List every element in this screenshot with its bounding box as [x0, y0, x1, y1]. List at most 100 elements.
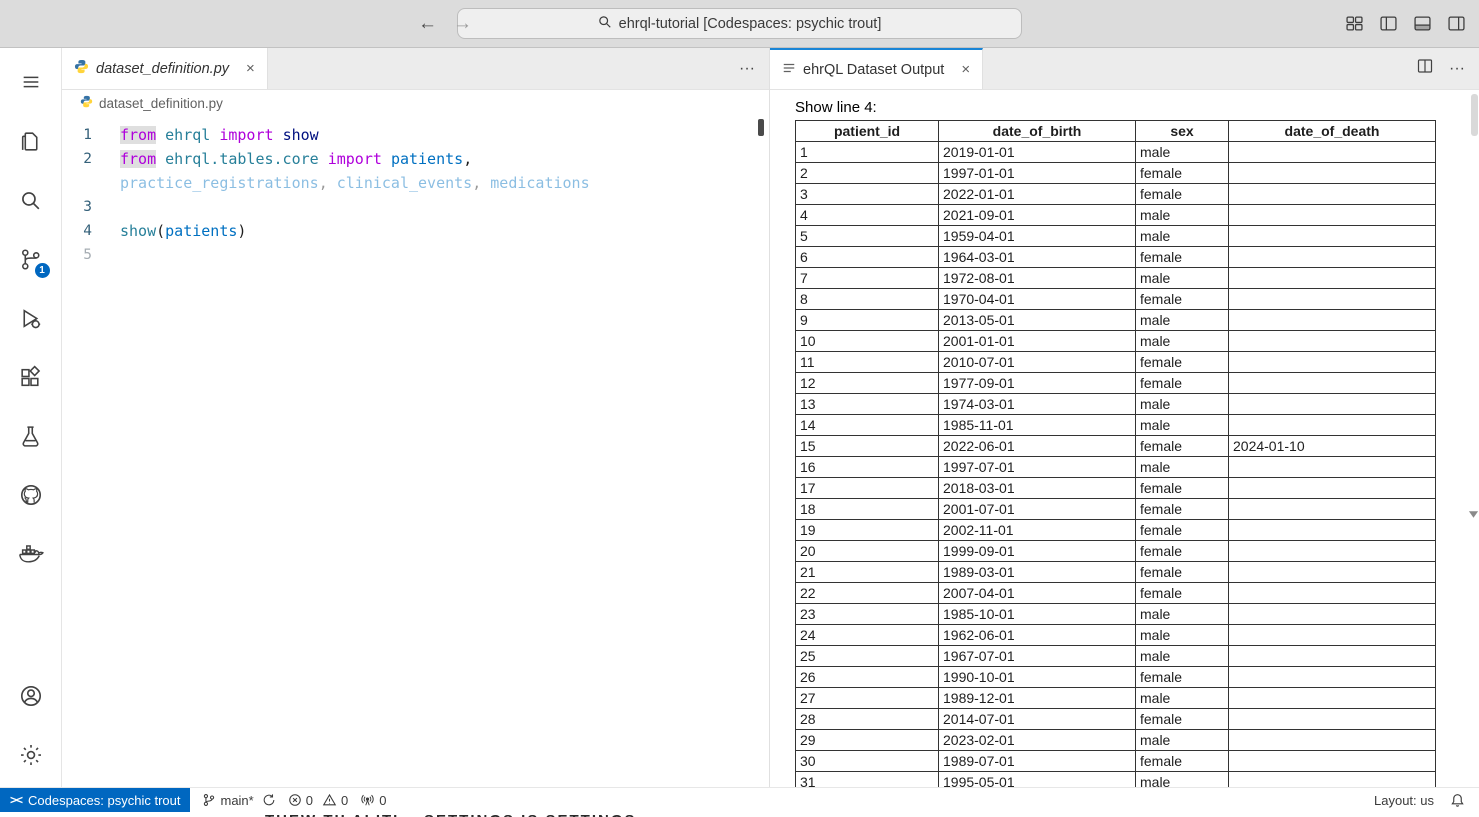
code-line[interactable]: 1from ehrql import show: [62, 123, 769, 147]
branch-status[interactable]: main*: [202, 793, 275, 808]
editor-group-left: dataset_definition.py × ··· dataset_defi…: [62, 48, 770, 787]
split-editor-icon[interactable]: [1417, 58, 1433, 79]
table-cell: 22: [796, 583, 939, 604]
table-cell: 1970-04-01: [939, 289, 1136, 310]
table-cell: [1229, 562, 1436, 583]
panel-scrollbar[interactable]: [1470, 90, 1479, 787]
table-cell: 1990-10-01: [939, 667, 1136, 688]
remote-indicator[interactable]: >< Codespaces: psychic trout: [0, 788, 190, 812]
more-actions-icon[interactable]: ···: [1449, 60, 1465, 78]
table-row: 61964-03-01female: [796, 247, 1436, 268]
ports-count: 0: [379, 793, 386, 808]
problems-status[interactable]: 0 0: [288, 793, 348, 808]
table-cell: 2023-02-01: [939, 730, 1136, 751]
table-cell: female: [1136, 583, 1229, 604]
table-cell: 1997-01-01: [939, 163, 1136, 184]
table-cell: [1229, 247, 1436, 268]
table-cell: 21: [796, 562, 939, 583]
table-cell: male: [1136, 625, 1229, 646]
table-cell: 2: [796, 163, 939, 184]
column-header: sex: [1136, 121, 1229, 142]
editor-group-right: ehrQL Dataset Output × ··· Show line 4: …: [770, 48, 1479, 787]
table-cell: female: [1136, 709, 1229, 730]
explorer-icon[interactable]: [7, 117, 55, 165]
table-cell: [1229, 499, 1436, 520]
github-icon[interactable]: [7, 471, 55, 519]
status-bar: >< Codespaces: psychic trout main* 0 0 0…: [0, 787, 1479, 812]
table-cell: [1229, 730, 1436, 751]
table-cell: 9: [796, 310, 939, 331]
column-header: date_of_birth: [939, 121, 1136, 142]
tab-close-icon[interactable]: ×: [246, 60, 255, 77]
tab-dataset-definition[interactable]: dataset_definition.py ×: [62, 48, 268, 89]
table-cell: 3: [796, 184, 939, 205]
table-cell: female: [1136, 520, 1229, 541]
git-branch-icon: [202, 793, 216, 807]
code-line[interactable]: 5: [62, 243, 769, 267]
table-row: 32022-01-01female: [796, 184, 1436, 205]
tab-close-icon[interactable]: ×: [961, 61, 970, 78]
back-icon[interactable]: ←: [418, 13, 437, 35]
tab-ehrql-dataset-output[interactable]: ehrQL Dataset Output ×: [770, 48, 983, 89]
code-line[interactable]: practice_registrations, clinical_events,…: [62, 171, 769, 195]
table-cell: male: [1136, 415, 1229, 436]
testing-icon[interactable]: [7, 412, 55, 460]
table-cell: [1229, 667, 1436, 688]
toggle-secondary-sidebar-icon[interactable]: [1448, 15, 1465, 32]
docker-icon[interactable]: [7, 530, 55, 578]
code-text: from ehrql import show: [120, 123, 769, 147]
breadcrumb[interactable]: dataset_definition.py: [62, 90, 769, 116]
table-cell: [1229, 646, 1436, 667]
panel-scrollbar-thumb[interactable]: [1471, 94, 1478, 136]
notifications-bell-icon[interactable]: [1450, 793, 1465, 808]
search-sidebar-icon[interactable]: [7, 176, 55, 224]
table-row: 102001-01-01male: [796, 331, 1436, 352]
run-debug-icon[interactable]: [7, 294, 55, 342]
forward-icon[interactable]: →: [453, 13, 472, 35]
editor-scrollbar-thumb[interactable]: [758, 119, 764, 136]
code-line[interactable]: 4show(patients): [62, 219, 769, 243]
table-cell: 16: [796, 457, 939, 478]
titlebar: ← → ehrql-tutorial [Codespaces: psychic …: [0, 0, 1479, 48]
warning-icon: [322, 793, 337, 807]
table-cell: 27: [796, 688, 939, 709]
table-cell: 2013-05-01: [939, 310, 1136, 331]
table-cell: [1229, 205, 1436, 226]
table-cell: female: [1136, 184, 1229, 205]
code-line[interactable]: 3: [62, 195, 769, 219]
keyboard-layout-status[interactable]: Layout: us: [1374, 793, 1434, 808]
table-cell: 6: [796, 247, 939, 268]
table-cell: 1962-06-01: [939, 625, 1136, 646]
extensions-icon[interactable]: [7, 353, 55, 401]
source-control-icon[interactable]: 1: [7, 235, 55, 283]
toggle-panel-icon[interactable]: [1414, 15, 1431, 32]
table-cell: 1959-04-01: [939, 226, 1136, 247]
settings-gear-icon[interactable]: [7, 731, 55, 779]
dataset-table-container[interactable]: patient_iddate_of_birthsexdate_of_death …: [795, 120, 1443, 787]
table-cell: [1229, 373, 1436, 394]
table-cell: [1229, 415, 1436, 436]
table-cell: [1229, 520, 1436, 541]
code-text: practice_registrations, clinical_events,…: [120, 171, 769, 195]
python-file-icon: [74, 59, 89, 78]
table-cell: [1229, 541, 1436, 562]
more-actions-icon[interactable]: ···: [739, 60, 755, 78]
table-cell: 2018-03-01: [939, 478, 1136, 499]
table-cell: 1995-05-01: [939, 772, 1136, 788]
ports-status[interactable]: 0: [360, 793, 386, 808]
table-row: 261990-10-01female: [796, 667, 1436, 688]
command-center-search[interactable]: ehrql-tutorial [Codespaces: psychic trou…: [457, 8, 1022, 39]
toggle-sidebar-icon[interactable]: [1380, 15, 1397, 32]
code-editor[interactable]: 1from ehrql import show2from ehrql.table…: [62, 116, 769, 787]
scroll-down-indicator-icon[interactable]: [1468, 506, 1479, 524]
error-icon: [288, 793, 302, 807]
table-cell: [1229, 268, 1436, 289]
code-line[interactable]: 2from ehrql.tables.core import patients,: [62, 147, 769, 171]
menu-icon[interactable]: [7, 58, 55, 106]
table-row: 21997-01-01female: [796, 163, 1436, 184]
accounts-icon[interactable]: [7, 672, 55, 720]
customize-layout-icon[interactable]: [1346, 15, 1363, 32]
table-cell: [1229, 163, 1436, 184]
table-row: 172018-03-01female: [796, 478, 1436, 499]
column-header: patient_id: [796, 121, 939, 142]
